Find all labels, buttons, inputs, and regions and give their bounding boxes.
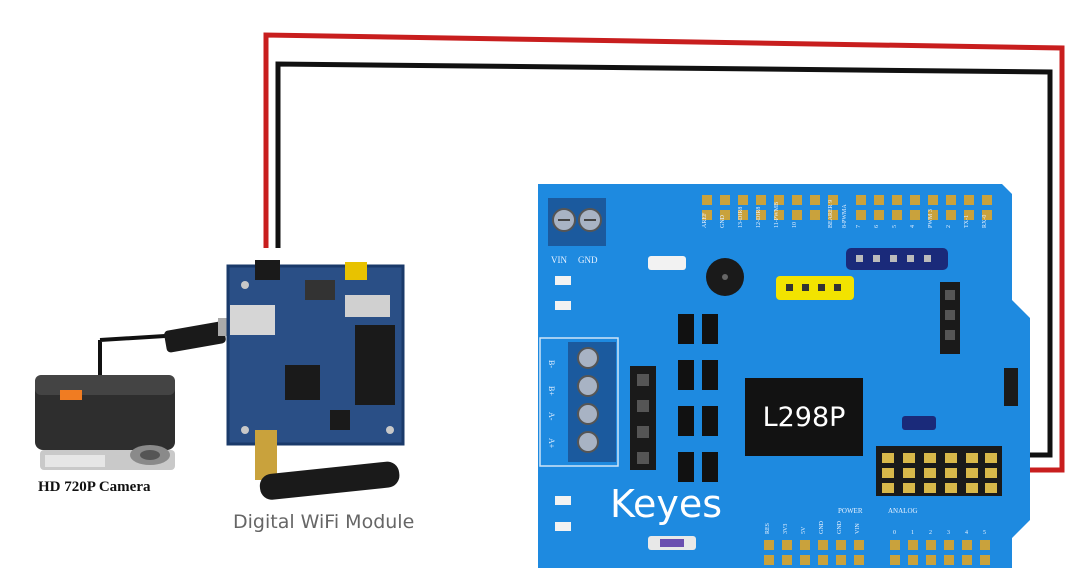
header-pin-label: 6 bbox=[874, 225, 880, 228]
header-pin-label: 11-PWMB bbox=[774, 202, 780, 228]
header-pin-label: PWM 3 bbox=[928, 209, 934, 228]
power-pin-label: 3V3 bbox=[783, 524, 789, 534]
analog-pin-label: 3 bbox=[947, 530, 950, 536]
wifi-module bbox=[226, 260, 405, 500]
header-pin-label: 8-PWMA bbox=[842, 204, 848, 228]
power-pin-label: 5V bbox=[801, 526, 807, 534]
wifi-module-label: Digital WiFi Module bbox=[233, 511, 414, 533]
motor-pin-label: B+ bbox=[547, 386, 556, 396]
camera-device bbox=[35, 334, 175, 470]
power-pin-label: GND bbox=[837, 520, 843, 534]
header-pin-label: 2 bbox=[946, 225, 952, 228]
brand-logo: Keyes bbox=[610, 482, 722, 526]
terminal-label-vin: VIN bbox=[551, 255, 567, 265]
analog-label: ANALOG bbox=[888, 507, 918, 515]
chip-label: L298P bbox=[763, 402, 846, 433]
header-pin-label: 10 bbox=[792, 222, 798, 228]
header-pin-label: BEARER 9 bbox=[828, 200, 834, 228]
power-pin-label: GND bbox=[819, 520, 825, 534]
header-pin-label: RX-0 bbox=[982, 215, 988, 228]
header-pin-label: AREF bbox=[702, 212, 708, 228]
camera-label: HD 720P Camera bbox=[38, 479, 151, 495]
analog-pin-label: 2 bbox=[929, 530, 932, 536]
analog-pin-label: 5 bbox=[983, 530, 986, 536]
header-pin-label: 13-DIR8 bbox=[738, 207, 744, 228]
motor-pin-label: A- bbox=[547, 412, 556, 421]
header-pin-label: 4 bbox=[910, 225, 916, 228]
power-label: POWER bbox=[838, 507, 863, 515]
header-pin-label: 7 bbox=[856, 225, 862, 228]
analog-pin-label: 0 bbox=[893, 530, 896, 536]
header-pin-label: GND bbox=[720, 214, 726, 228]
motor-pin-label: A+ bbox=[547, 438, 556, 449]
header-pin-label: 12-DIR8 bbox=[756, 207, 762, 228]
power-pin-label: RES bbox=[765, 523, 771, 534]
analog-pin-label: 4 bbox=[965, 530, 968, 536]
wiring-diagram: HD 720P Camera Digital WiFi Module VIN G… bbox=[35, 32, 1065, 568]
power-pin-label: VIN bbox=[855, 523, 861, 534]
terminal-label-gnd: GND bbox=[578, 255, 598, 265]
motor-pin-label: B- bbox=[547, 360, 556, 368]
analog-pin-label: 1 bbox=[911, 530, 914, 536]
header-pin-label: 5 bbox=[892, 225, 898, 228]
header-pin-label: TX-1 bbox=[964, 215, 970, 228]
